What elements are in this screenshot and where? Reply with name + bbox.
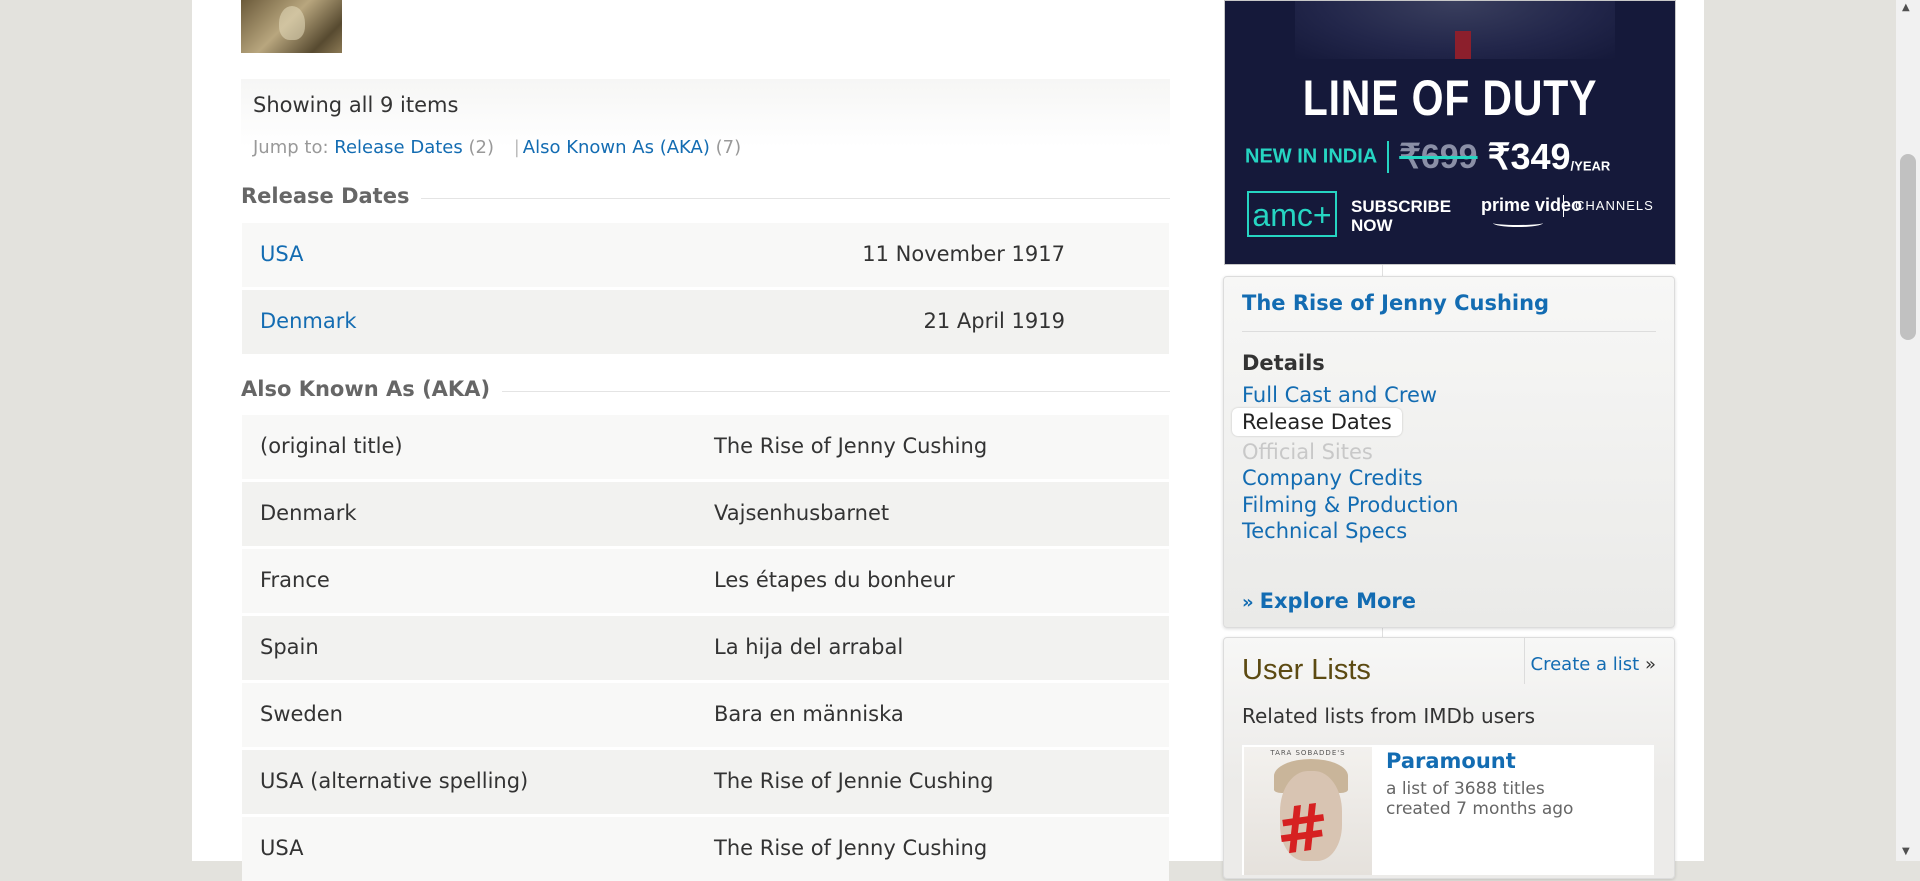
company-credits-link[interactable]: Company Credits [1242, 466, 1423, 490]
official-sites-disabled: Official Sites [1242, 440, 1373, 464]
advertisement-banner[interactable]: LINE OF DUTY NEW IN INDIA ₹699 ₹349/YEAR a… [1224, 0, 1676, 265]
jump-label: Jump to: [253, 137, 329, 158]
title-links-box: The Rise of Jenny Cushing Details Full C… [1223, 276, 1675, 628]
list-title-link[interactable]: Paramount [1386, 749, 1516, 773]
ad-new-price: ₹349 [1487, 136, 1571, 177]
aka-heading: Also Known As (AKA) [241, 377, 1170, 407]
section-title: Release Dates [241, 184, 422, 208]
aka-region: USA (alternative spelling) [260, 769, 529, 793]
ad-per-year: /YEAR [1570, 158, 1611, 174]
aka-title: The Rise of Jenny Cushing [714, 836, 988, 860]
technical-specs-link[interactable]: Technical Specs [1242, 519, 1407, 543]
aka-region: Sweden [260, 702, 343, 726]
double-chevron-down-icon: » [1242, 592, 1254, 613]
divider [1524, 638, 1525, 684]
aka-region: France [260, 568, 330, 592]
release-date: 21 April 1919 [923, 309, 1065, 333]
full-cast-link[interactable]: Full Cast and Crew [1242, 383, 1437, 407]
create-list-link[interactable]: Create a list » [1531, 654, 1656, 675]
item-count: Showing all 9 items [253, 93, 459, 117]
release-date-row: Denmark 21 April 1919 [242, 290, 1169, 354]
amc-plus-logo: amc+ [1247, 191, 1337, 237]
ad-show-title: LINE OF DUTY [1302, 70, 1598, 126]
list-count: a list of 3688 titles [1386, 779, 1545, 799]
right-double-arrow-icon: » [1644, 654, 1656, 675]
jump-count: (7) [715, 137, 742, 158]
list-created: created 7 months ago [1386, 799, 1574, 819]
aka-title: Vajsenhusbarnet [714, 501, 890, 525]
jump-separator: | [513, 137, 520, 158]
jump-count: (2) [468, 137, 494, 158]
ad-subscribe-line2: NOW [1351, 216, 1393, 235]
title-link[interactable]: The Rise of Jenny Cushing [1242, 291, 1549, 315]
aka-row: (original title) The Rise of Jenny Cushi… [242, 415, 1169, 479]
filming-production-link[interactable]: Filming & Production [1242, 493, 1459, 517]
divider [1242, 331, 1656, 332]
ad-subscribe-line1: SUBSCRIBE [1351, 197, 1452, 216]
scroll-up-icon[interactable]: ▲ [1902, 2, 1910, 13]
aka-title: The Rise of Jennie Cushing [714, 769, 994, 793]
page-scrollbar[interactable]: ▲ ▼ [1896, 0, 1920, 861]
aka-row: USA (alternative spelling) The Rise of J… [242, 750, 1169, 814]
release-date-row: USA 11 November 1917 [242, 223, 1169, 287]
list-meta: a list of 3688 titles created 7 months a… [1386, 779, 1573, 819]
scrollbar-thumb[interactable] [1900, 154, 1916, 340]
jump-to-nav: Jump to: Release Dates (2) | Also Known A… [253, 137, 741, 158]
aka-row: Spain La hija del arrabal [242, 616, 1169, 680]
user-lists-heading: User Lists [1242, 654, 1371, 686]
country-link[interactable]: Denmark [260, 309, 357, 333]
aka-row: USA The Rise of Jenny Cushing [242, 817, 1169, 881]
ad-old-price: ₹699 [1399, 138, 1478, 176]
aka-region: (original title) [260, 434, 403, 458]
country-link[interactable]: USA [260, 242, 303, 266]
create-list-label: Create a list [1530, 654, 1640, 675]
poster-tagline: TARA SOBADDE'S [1270, 749, 1346, 757]
main-content: Showing all 9 items Jump to: Release Dat… [222, 0, 1383, 881]
ad-subscribe-cta: SUBSCRIBE NOW [1351, 197, 1451, 235]
poster-hash-mark: # [1271, 789, 1335, 871]
aka-title: Bara en människa [714, 702, 904, 726]
release-dates-current: Release Dates [1232, 408, 1402, 436]
list-poster-image[interactable]: TARA SOBADDE'S # [1244, 747, 1372, 875]
aka-row: Sweden Bara en människa [242, 683, 1169, 747]
aka-region: USA [260, 836, 304, 860]
related-lists-label: Related lists from IMDb users [1242, 704, 1536, 728]
aka-region: Denmark [260, 501, 357, 525]
aka-title: The Rise of Jenny Cushing [714, 434, 988, 458]
release-dates-heading: Release Dates [241, 184, 1170, 214]
aka-title: Les étapes du bonheur [714, 568, 955, 592]
aka-title: La hija del arrabal [714, 635, 904, 659]
ad-new-in-india: NEW IN INDIA [1245, 145, 1378, 168]
ad-price-line: NEW IN INDIA ₹699 ₹349/YEAR [1245, 136, 1610, 178]
aka-region: Spain [260, 635, 319, 659]
section-title: Also Known As (AKA) [241, 377, 503, 401]
page: Showing all 9 items Jump to: Release Dat… [192, 0, 1704, 881]
details-heading: Details [1242, 351, 1325, 375]
ad-channels-label: CHANNELS [1563, 195, 1654, 217]
explore-more-button[interactable]: » Explore More [1242, 589, 1416, 613]
jump-aka-link[interactable]: Also Known As (AKA) [523, 137, 710, 158]
aka-row: France Les étapes du bonheur [242, 549, 1169, 613]
user-lists-box: User Lists Create a list » Related lists… [1223, 637, 1675, 879]
scroll-down-icon[interactable]: ▼ [1902, 846, 1910, 857]
list-item[interactable]: TARA SOBADDE'S # Paramount a list of 368… [1242, 744, 1654, 875]
ad-cast-image [1295, 1, 1615, 59]
title-poster-thumbnail[interactable] [241, 0, 342, 53]
explore-more-label: Explore More [1259, 589, 1417, 613]
release-date: 11 November 1917 [862, 242, 1065, 266]
aka-row: Denmark Vajsenhusbarnet [242, 482, 1169, 546]
jump-release-dates-link[interactable]: Release Dates [334, 137, 462, 158]
prime-video-logo: prime video [1481, 195, 1583, 227]
